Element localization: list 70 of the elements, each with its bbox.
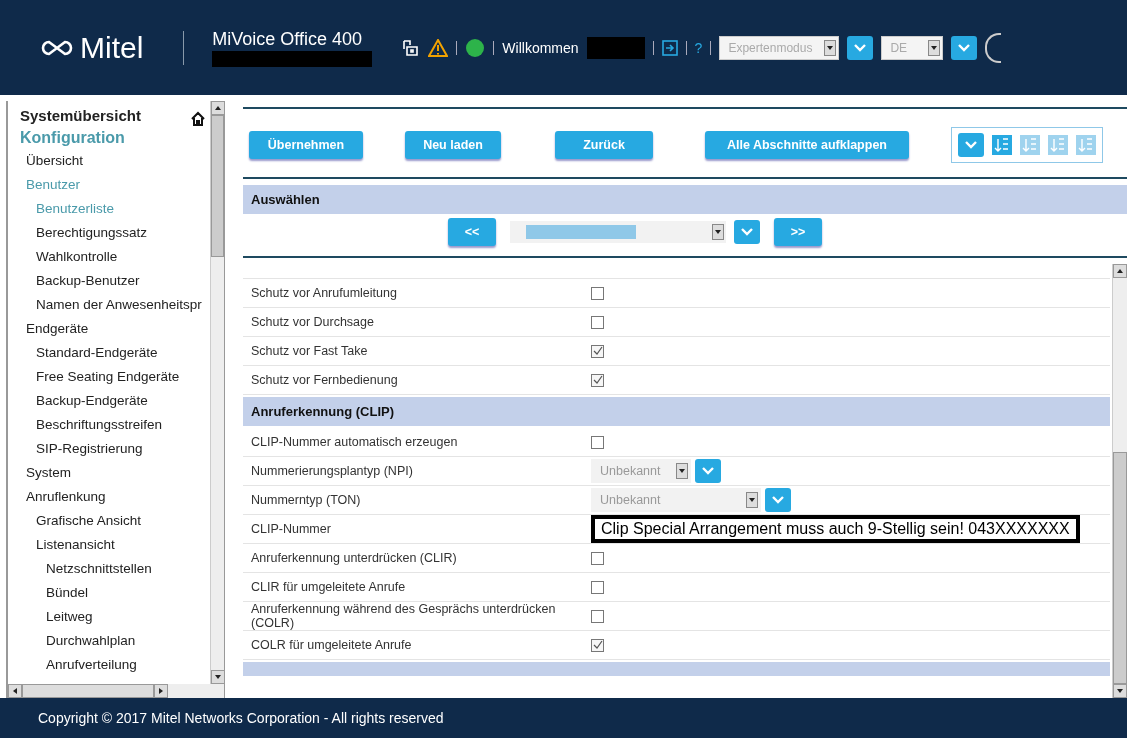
scrollbar[interactable] [210, 101, 224, 684]
sidebar-item[interactable]: Leitweg [20, 605, 210, 629]
redaction-block [586, 36, 645, 59]
section-header: Anruferkennung (CLIP) [243, 397, 1110, 426]
scroll-right-icon[interactable] [154, 684, 168, 698]
checkbox[interactable] [591, 435, 604, 449]
sidebar-item[interactable]: System [20, 461, 210, 485]
sidebar-item[interactable]: Backup-Benutzer [20, 269, 210, 293]
sidebar-item[interactable]: Systemübersicht [20, 105, 210, 127]
checkbox[interactable] [591, 638, 604, 652]
checkbox[interactable] [591, 286, 604, 300]
scroll-down-icon[interactable] [211, 670, 225, 684]
sidebar-item[interactable]: Anruflenkung [20, 485, 210, 509]
sidebar-item[interactable]: Bündel [20, 581, 210, 605]
field-label: Schutz vor Durchsage [251, 315, 375, 329]
field-label: CLIR für umgeleitete Anrufe [251, 580, 407, 594]
field-label: Nummerierungsplantyp (NPI) [251, 464, 414, 478]
copyright-text: Copyright © 2017 Mitel Networks Corporation - All rights reserved [0, 698, 1127, 738]
sidebar-item[interactable]: Netzschnittstellen [20, 557, 210, 581]
lock-icon[interactable] [402, 38, 421, 57]
chevron-down-icon[interactable] [847, 35, 874, 60]
section-header: Auswählen [243, 185, 1127, 214]
sidebar-item[interactable]: Durchwahlplan [20, 629, 210, 653]
field-label: Schutz vor Fast Take [251, 344, 369, 358]
field-label: Schutz vor Anrufumleitung [251, 286, 398, 300]
scrollbar[interactable] [8, 684, 224, 698]
input-field[interactable]: Clip Special Arrangement muss auch 9-Stellig sein! 043XXXXXXX [591, 515, 1080, 543]
sidebar-item[interactable]: Listenansicht [20, 533, 210, 557]
sidebar-item[interactable]: Übersicht [20, 149, 210, 173]
product-name: MiVoice Office 400 [212, 28, 364, 50]
field-label: COLR für umgeleitete Anrufe [251, 638, 413, 652]
field-label: CLIP-Nummer automatisch erzeugen [251, 435, 459, 449]
scrollbar-thumb[interactable] [1113, 452, 1127, 684]
checkbox[interactable] [591, 580, 604, 594]
field-label: Anruferkennung während des Gesprächs unterdrücken (COLR) [251, 602, 557, 630]
sidebar-item[interactable]: Beschriftungsstreifen [20, 413, 210, 437]
checkbox[interactable] [591, 609, 604, 623]
sidebar-item[interactable]: Backup-Endgeräte [20, 389, 210, 413]
status-dot-icon [465, 37, 486, 58]
checkbox[interactable] [591, 344, 604, 358]
scroll-up-icon[interactable] [1113, 264, 1127, 278]
sidebar-item[interactable]: Berechtigungssatz [20, 221, 210, 245]
welcome-text: Willkommen [502, 39, 579, 56]
scroll-left-icon[interactable] [8, 684, 22, 698]
scrollbar[interactable] [1112, 264, 1127, 698]
logo-text: Mitel [80, 30, 144, 65]
scrollbar-thumb[interactable] [22, 684, 154, 698]
sidebar-item[interactable]: Standard-Endgeräte [20, 341, 210, 365]
checkbox[interactable] [591, 373, 604, 387]
warning-icon[interactable] [428, 38, 449, 57]
home-icon[interactable] [190, 111, 206, 127]
sidebar-item[interactable]: SIP-Registrierung [20, 437, 210, 461]
sidebar-item[interactable]: Free Seating Endgeräte [20, 365, 210, 389]
checkbox[interactable] [591, 551, 604, 565]
chevron-down-icon[interactable] [951, 35, 978, 60]
scroll-up-icon[interactable] [211, 101, 225, 115]
scroll-down-icon[interactable] [1113, 684, 1127, 698]
scrollbar-thumb[interactable] [211, 115, 224, 257]
field-label: CLIP-Nummer [251, 522, 332, 536]
sidebar-item[interactable]: Wahlkontrolle [20, 245, 210, 269]
sidebar-item[interactable]: Grafische Ansicht [20, 509, 210, 533]
sidebar-item[interactable]: Anrufverteilung [20, 653, 210, 677]
field-label: Anruferkennung unterdrücken (CLIR) [251, 551, 458, 565]
field-label: Nummerntyp (TON) [251, 493, 362, 507]
checkbox[interactable] [591, 315, 604, 329]
help-link[interactable]: ? [694, 39, 703, 56]
sidebar-item[interactable]: Endgeräte [20, 317, 210, 341]
sidebar-item[interactable]: Namen der Anwesenheitspr [20, 293, 210, 317]
logout-icon[interactable] [661, 39, 678, 56]
field-label: Schutz vor Fernbedienung [251, 373, 399, 387]
